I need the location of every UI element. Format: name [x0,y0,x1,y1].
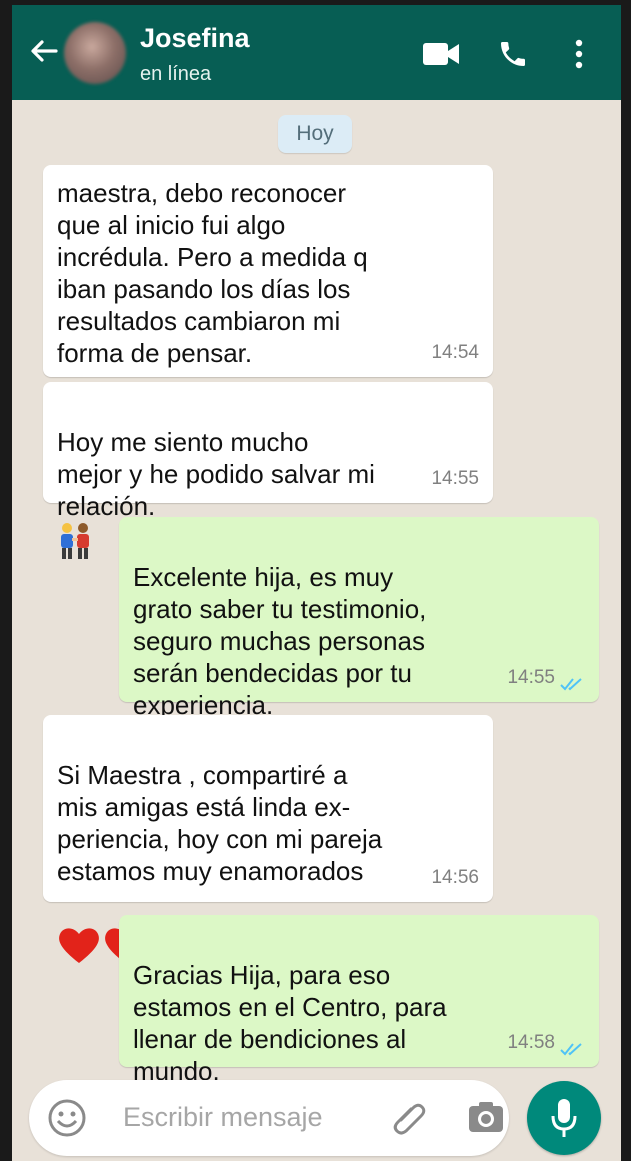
message-bubble-outgoing[interactable]: Gracias Hija, para eso estamos en el Cen… [119,915,599,1122]
microphone-icon [551,1099,577,1137]
emoji-picker-icon[interactable] [47,1098,87,1138]
contact-status: en línea [140,63,212,85]
message-time: 14:54 [431,342,479,363]
message-time: 14:58 [507,1032,555,1053]
message-bubble-incoming[interactable]: Hoy me siento mucho mejor y he podido sa… [43,382,493,559]
chat-screen: Josefina en línea Hoy maestra, debo reco… [12,5,621,1161]
message-text: Si Maestra , compartiré a mis amigas est… [57,760,383,886]
chat-header: Josefina en línea [12,5,621,100]
message-bubble-incoming[interactable]: Si Maestra , compartiré a mis amigas est… [43,715,493,963]
date-chip: Hoy [278,115,352,153]
attach-icon[interactable] [391,1100,427,1136]
message-time: 14:56 [431,867,479,888]
couple-emoji-icon [61,523,89,559]
phone-call-icon[interactable] [497,38,529,70]
message-text: Gracias Hija, para eso estamos en el Cen… [133,960,447,1086]
back-arrow-icon[interactable] [28,35,60,67]
more-options-icon[interactable] [574,38,584,70]
message-time: 14:55 [507,667,555,688]
avatar[interactable] [64,22,126,84]
read-receipt-icon [560,678,582,691]
message-text: Excelente hija, es muy grato saber tu te… [133,562,427,720]
camera-icon[interactable] [467,1100,505,1134]
voice-message-button[interactable] [527,1081,601,1155]
message-input[interactable]: Escribir mensaje [123,1102,323,1133]
message-bubble-incoming[interactable]: maestra, debo reconocer que al inicio fu… [43,165,493,377]
message-input-bar[interactable]: Escribir mensaje [29,1080,509,1156]
message-bubble-outgoing[interactable]: Excelente hija, es muy grato saber tu te… [119,517,599,760]
video-call-icon[interactable] [422,41,460,67]
message-time: 14:55 [431,468,479,489]
message-text: Hoy me siento mucho mejor y he podido sa… [57,427,375,521]
read-receipt-icon [560,1043,582,1056]
message-text: maestra, debo reconocer que al inicio fu… [57,178,368,368]
contact-name[interactable]: Josefina [140,23,250,54]
